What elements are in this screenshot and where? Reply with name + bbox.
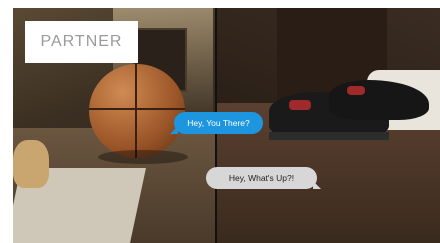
bubble-tail <box>313 181 321 189</box>
chat-bubble-outgoing: Hey, What's Up?! <box>206 167 321 189</box>
wicker-basket <box>13 140 49 188</box>
chat-message-text: Hey, What's Up?! <box>228 173 295 183</box>
bubble-tail <box>170 126 178 134</box>
chat-bubble-incoming: Hey, You There? <box>170 112 263 134</box>
sneaker-accent <box>347 86 365 95</box>
basketball <box>89 64 185 158</box>
chat-message-text: Hey, You There? <box>187 118 250 128</box>
sneaker-accent <box>289 100 311 110</box>
basketball-seam-2 <box>135 64 137 158</box>
sneaker-sole <box>269 132 389 140</box>
basketball-seam-1 <box>89 108 185 110</box>
ball-shadow <box>98 150 188 164</box>
partner-badge: PARTNER <box>25 21 138 63</box>
partner-badge-label: PARTNER <box>40 33 123 50</box>
